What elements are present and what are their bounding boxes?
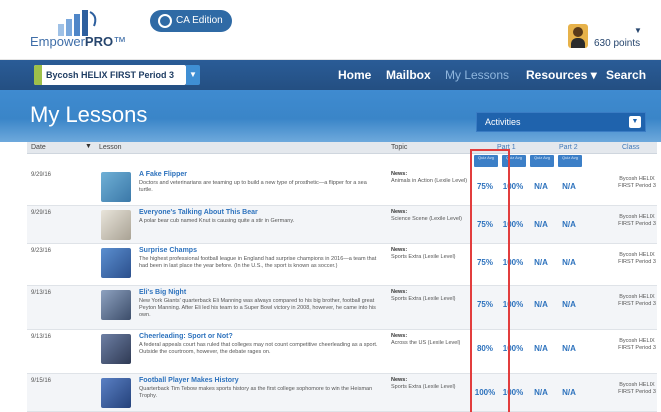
activities-select[interactable]: Activities ▼ xyxy=(476,112,646,132)
table-row[interactable]: 9/13/16 Eli's Big Night New York Giants'… xyxy=(27,286,657,330)
row-class: Bycosh HELIX FIRST Period 3 xyxy=(618,294,656,307)
lesson-thumbnail[interactable] xyxy=(101,210,131,240)
score-part2-b: N/A xyxy=(562,182,576,191)
lesson-description: The highest professional football league… xyxy=(139,256,377,269)
lesson-description: A federal appeals court has ruled that c… xyxy=(139,342,378,355)
row-date: 9/13/16 xyxy=(31,290,52,296)
score-part2-b: N/A xyxy=(562,388,576,397)
logo-text: EmpowerPRO™ xyxy=(30,34,127,49)
lesson-thumbnail[interactable] xyxy=(101,378,131,408)
lesson-title-link[interactable]: Everyone's Talking About This Bear xyxy=(139,209,258,216)
ca-seal-icon xyxy=(158,14,172,28)
class-select-chevron-icon[interactable]: ▼ xyxy=(186,65,200,85)
page-title: My Lessons xyxy=(30,102,148,127)
row-class: Bycosh HELIX FIRST Period 3 xyxy=(618,252,656,265)
header-part2: Part 2 xyxy=(559,144,578,151)
lesson-title-link[interactable]: Cheerleading: Sport or Not? xyxy=(139,333,233,340)
lesson-topic: News: Sports Extra (Lexile Level) xyxy=(391,289,456,302)
table-row[interactable]: 9/15/16 Football Player Makes History Qu… xyxy=(27,374,657,412)
score-part2-a: N/A xyxy=(534,388,548,397)
class-select[interactable]: Bycosh HELIX FIRST Period 3 xyxy=(34,65,186,85)
lesson-description: Quarterback Tim Tebow makes sports histo… xyxy=(139,386,373,399)
header-class: Class xyxy=(622,144,640,151)
lesson-topic: News: Sports Extra (Lexile Level) xyxy=(391,377,456,390)
lesson-title-link[interactable]: Eli's Big Night xyxy=(139,289,186,296)
score-part2-b: N/A xyxy=(562,300,576,309)
user-menu-chevron-icon[interactable]: ▼ xyxy=(634,26,642,35)
avatar[interactable] xyxy=(568,24,588,48)
row-class: Bycosh HELIX FIRST Period 3 xyxy=(618,176,656,189)
score-part2-a: N/A xyxy=(534,344,548,353)
lesson-thumbnail[interactable] xyxy=(101,172,131,202)
activities-label: Activities xyxy=(485,117,521,127)
lesson-description: Doctors and veterinarians are teaming up… xyxy=(139,180,367,193)
row-class: Bycosh HELIX FIRST Period 3 xyxy=(618,338,656,351)
row-date: 9/29/16 xyxy=(31,172,52,178)
table-row[interactable]: 9/23/16 Surprise Champs The highest prof… xyxy=(27,244,657,286)
table-row[interactable]: 9/13/16 Cheerleading: Sport or Not? A fe… xyxy=(27,330,657,374)
score-part2-b: N/A xyxy=(562,258,576,267)
score-part2-b: N/A xyxy=(562,344,576,353)
lesson-thumbnail[interactable] xyxy=(101,334,131,364)
lesson-description: A polar bear cub named Knut is causing q… xyxy=(139,218,295,224)
nav-home[interactable]: Home xyxy=(338,68,371,82)
nav-resources[interactable]: Resources ▾ xyxy=(526,68,597,82)
score-part2-a: N/A xyxy=(534,182,548,191)
row-date: 9/15/16 xyxy=(31,378,52,384)
bars-logo-icon xyxy=(58,10,97,36)
edition-label: CA Edition xyxy=(176,15,223,26)
score-part2-a: N/A xyxy=(534,258,548,267)
lessons-table: Date ▼ Lesson Topic Part 1 Part 2 Class … xyxy=(27,142,657,412)
nav-search[interactable]: Search xyxy=(606,68,646,82)
header-date[interactable]: Date xyxy=(31,144,46,151)
subheader-part2-b: Quiz Avg xyxy=(558,155,582,167)
table-row[interactable]: 9/29/16 Everyone's Talking About This Be… xyxy=(27,206,657,244)
row-date: 9/29/16 xyxy=(31,210,52,216)
nav-my-lessons[interactable]: My Lessons xyxy=(445,68,509,82)
lesson-topic: News: Animals in Action (Lexile Level) xyxy=(391,171,468,184)
nav-bar: Bycosh HELIX FIRST Period 3 ▼ Home Mailb… xyxy=(0,60,661,90)
sort-down-icon[interactable]: ▼ xyxy=(85,143,92,150)
lesson-title-link[interactable]: A Fake Flipper xyxy=(139,171,187,178)
lesson-title-link[interactable]: Surprise Champs xyxy=(139,247,197,254)
empower-pro-logo[interactable]: EmpowerPRO™ xyxy=(30,10,150,50)
top-bar: EmpowerPRO™ CA Edition ▼ 630 points xyxy=(0,0,661,60)
subheader-part2-a: Quiz Avg xyxy=(530,155,554,167)
activities-chevron-icon: ▼ xyxy=(629,116,641,128)
header-topic[interactable]: Topic xyxy=(391,144,407,151)
lesson-description: New York Giants' quarterback Eli Manning… xyxy=(139,298,376,318)
row-date: 9/23/16 xyxy=(31,248,52,254)
nav-mailbox[interactable]: Mailbox xyxy=(386,68,431,82)
header-lesson[interactable]: Lesson xyxy=(99,144,122,151)
points-label: 630 points xyxy=(594,38,641,49)
lesson-topic: News: Across the US (Lexile Level) xyxy=(391,333,461,346)
lesson-thumbnail[interactable] xyxy=(101,290,131,320)
row-class: Bycosh HELIX FIRST Period 3 xyxy=(618,382,656,395)
page-banner: My Lessons Activities ▼ xyxy=(0,90,661,142)
lesson-title-link[interactable]: Football Player Makes History xyxy=(139,377,239,384)
ca-edition-badge[interactable]: CA Edition xyxy=(150,10,232,32)
lesson-thumbnail[interactable] xyxy=(101,248,131,278)
row-class: Bycosh HELIX FIRST Period 3 xyxy=(618,214,656,227)
lesson-topic: News: Science Scene (Lexile Level) xyxy=(391,209,462,222)
lesson-topic: News: Sports Extra (Lexile Level) xyxy=(391,247,456,260)
score-part2-b: N/A xyxy=(562,220,576,229)
score-part2-a: N/A xyxy=(534,220,548,229)
highlight-annotation xyxy=(470,149,510,412)
table-header: Date ▼ Lesson Topic Part 1 Part 2 Class xyxy=(27,142,657,154)
score-part2-a: N/A xyxy=(534,300,548,309)
table-row[interactable]: 9/29/16 A Fake Flipper Doctors and veter… xyxy=(27,168,657,206)
row-date: 9/13/16 xyxy=(31,334,52,340)
